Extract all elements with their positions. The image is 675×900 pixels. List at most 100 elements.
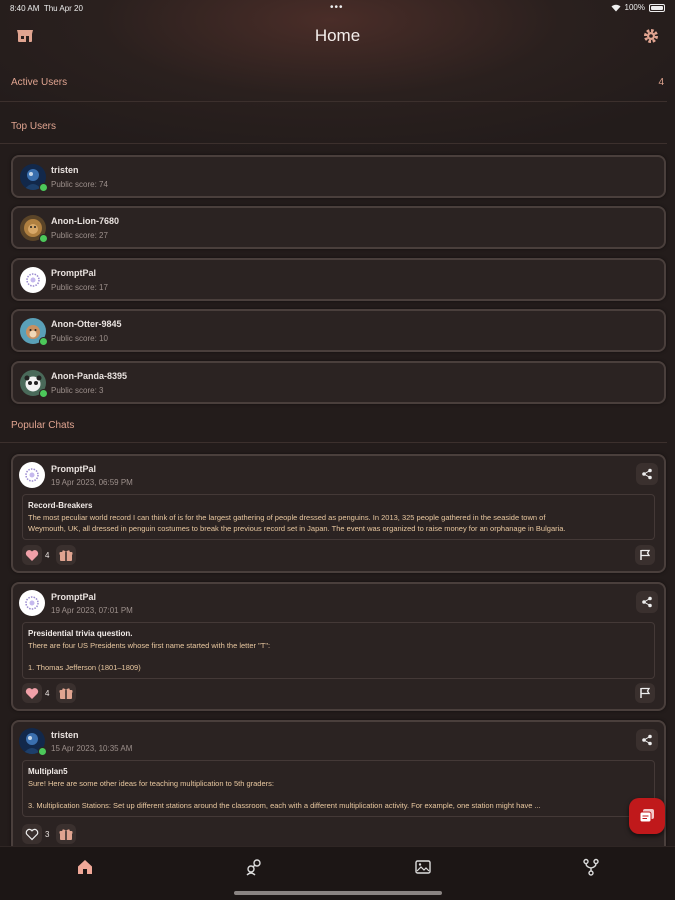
active-users-count: 4 [658,77,664,88]
popular-chats-label: Popular Chats [11,420,75,431]
online-indicator [38,747,47,756]
user-name: PromptPal [51,267,97,278]
nav-gallery[interactable] [413,857,433,877]
home-icon [78,860,92,874]
like-count: 4 [45,688,50,698]
chat-title: Multiplan5 [28,767,68,776]
avatar-image [19,590,45,616]
chat-date: 15 Apr 2023, 10:35 AM [51,744,133,753]
user-card[interactable]: Anon-Otter-9845 Public score: 10 [11,309,666,353]
chat-card[interactable]: PromptPal 19 Apr 2023, 06:59 PM Record-B… [11,454,666,573]
user-score: Public score: 10 [51,334,108,344]
share-button[interactable] [636,729,658,751]
user-card[interactable]: Anon-Lion-7680 Public score: 27 [11,206,666,250]
page-title: Home [314,26,361,45]
gift-icon [59,828,73,840]
gift-icon [59,549,73,561]
avatar-image [19,462,45,488]
avatar [20,266,46,293]
chat-author: tristen [51,730,79,740]
branch-icon [583,858,599,876]
chat-line: There are four US Presidents whose first… [28,641,271,650]
online-indicator [39,337,48,347]
avatar [19,728,47,756]
avatar-image [20,266,46,293]
user-name: Anon-Otter-9845 [51,319,122,330]
chat-preview[interactable]: Record-Breakers The most peculiar world … [22,494,655,540]
user-score: Public score: 27 [51,231,108,241]
user-card[interactable]: Anon-Panda-8395 Public score: 3 [11,360,666,404]
chat-preview[interactable]: Multiplan5 Sure! Here are some other ide… [22,760,655,817]
share-icon [642,468,652,480]
heart-icon [25,549,39,561]
status-bar: 8:40 AM Thu Apr 20 ••• 100% [0,0,675,16]
divider [0,101,667,102]
chat-actions: 4 [22,683,77,703]
wifi-icon [611,4,621,11]
chat-date: 19 Apr 2023, 07:01 PM [51,606,133,615]
multitask-dots[interactable]: ••• [330,2,344,13]
user-score: Public score: 74 [51,180,108,189]
user-name: tristen [51,165,79,175]
top-users-heading: Top Users [11,121,664,132]
share-button[interactable] [636,591,658,613]
active-users-label: Active Users [11,77,68,88]
gift-button[interactable] [56,683,77,703]
divider [0,442,667,443]
user-card[interactable]: PromptPal Public score: 17 [11,257,666,301]
chat-author: PromptPal [51,464,97,474]
chat-card[interactable]: tristen 15 Apr 2023, 10:35 AM Multiplan5… [11,720,666,860]
gear-icon[interactable] [641,26,661,46]
nav-users[interactable] [244,857,264,877]
chat-line: Weymouth, UK, all dressed in penguin cos… [28,524,566,533]
top-users-list: tristen Public score: 74 Anon-Lion-7680 … [11,155,666,412]
chat-line [28,789,649,800]
like-count: 4 [45,550,50,560]
share-icon [642,734,652,746]
chat-line: 3. Multiplication Stations: Set up diffe… [28,801,541,810]
battery-percent: 100% [624,3,645,12]
status-time-date: 8:40 AM Thu Apr 20 [10,4,83,13]
new-chat-button[interactable] [629,798,665,834]
nav-branch[interactable] [581,857,601,877]
nav-home[interactable] [75,857,95,877]
chat-card[interactable]: PromptPal 19 Apr 2023, 07:01 PM Presiden… [11,582,666,711]
chat-actions: 3 [22,824,77,844]
status-indicators: 100% [611,3,665,12]
avatar [19,590,45,616]
avatar [20,369,48,398]
gift-icon [59,687,73,699]
chat-stack-icon [639,809,654,823]
online-indicator [39,183,48,192]
report-button[interactable] [635,545,655,565]
user-card[interactable]: tristen Public score: 74 [11,155,666,198]
report-button[interactable] [635,683,655,703]
chat-line [28,651,649,662]
chat-line: Sure! Here are some other ideas for teac… [28,779,274,788]
divider [0,143,667,144]
like-button[interactable] [22,545,42,565]
avatar [20,318,48,347]
user-name: Anon-Panda-8395 [51,370,128,381]
like-count: 3 [45,829,50,839]
heart-icon [25,687,39,699]
app-root: 8:40 AM Thu Apr 20 ••• 100% Home Active … [0,0,675,900]
online-indicator [39,234,48,244]
user-score: Public score: 3 [51,385,104,395]
chat-preview[interactable]: Presidential trivia question. There are … [22,622,655,679]
like-button[interactable] [22,683,42,703]
gift-button[interactable] [56,824,77,844]
share-icon [642,596,652,608]
popular-chats-heading: Popular Chats [11,420,664,431]
online-indicator [39,388,48,398]
like-button[interactable] [22,824,42,844]
battery-icon [649,3,665,12]
gift-button[interactable] [56,545,77,565]
share-button[interactable] [636,463,658,485]
avatar [20,215,48,244]
chat-line: The most peculiar world record I can thi… [28,513,546,522]
heart-outline-icon [25,828,39,840]
chat-actions: 4 [22,545,77,565]
user-score: Public score: 17 [51,282,108,292]
home-indicator[interactable] [234,891,442,895]
